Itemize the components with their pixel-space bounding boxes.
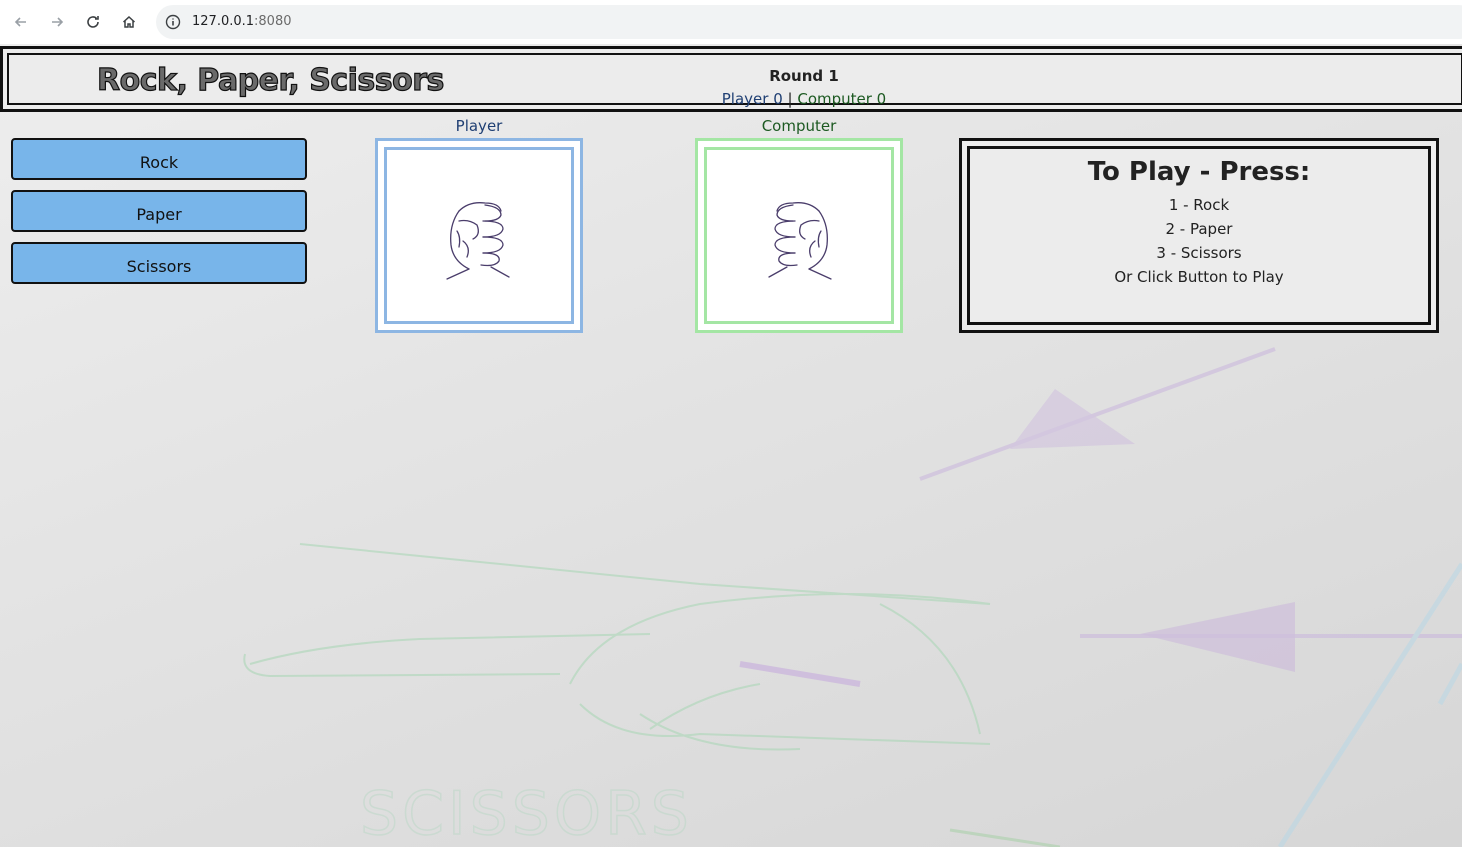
background-watermark-text: SCISSORS — [360, 779, 693, 847]
scissors-button[interactable]: Scissors — [11, 242, 307, 284]
rock-button[interactable]: Rock — [11, 138, 307, 180]
player-score: Player 0 — [721, 90, 783, 108]
instructions-inner: To Play - Press: 1 - Rock 2 - Paper 3 - … — [967, 146, 1431, 325]
computer-label: Computer — [761, 117, 837, 135]
score-separator: | — [782, 90, 798, 108]
instructions-title: To Play - Press: — [1087, 157, 1311, 187]
address-bar[interactable]: 127.0.0.1:8080 — [156, 5, 1462, 39]
game-page: SCISSORS Rock, Paper, Scissors Round 1 P… — [0, 44, 1462, 847]
home-icon[interactable] — [115, 8, 143, 36]
reload-icon[interactable] — [79, 8, 107, 36]
computer-score: Computer 0 — [797, 90, 887, 108]
instruction-scissors: 3 - Scissors — [1156, 244, 1242, 262]
player-hand-panel — [375, 138, 583, 333]
arrow-right-icon[interactable] — [43, 8, 71, 36]
computer-hand-panel — [695, 138, 903, 333]
round-counter: Round 1 — [769, 67, 839, 85]
info-icon[interactable] — [165, 14, 181, 30]
player-label: Player — [455, 117, 503, 135]
arrow-left-icon[interactable] — [7, 8, 35, 36]
page-title: Rock, Paper, Scissors — [96, 62, 445, 98]
url-port: :8080 — [254, 14, 292, 29]
fist-icon — [768, 201, 832, 280]
instruction-click: Or Click Button to Play — [1114, 268, 1284, 286]
instruction-paper: 2 - Paper — [1165, 220, 1233, 238]
header-inner-border: Rock, Paper, Scissors Round 1 Player 0 |… — [7, 53, 1462, 108]
computer-hand-inner — [704, 147, 894, 324]
url-host: 127.0.0.1 — [192, 14, 255, 29]
paper-button[interactable]: Paper — [11, 190, 307, 232]
url-text: 127.0.0.1:8080 — [192, 14, 292, 29]
game-header: Rock, Paper, Scissors Round 1 Player 0 |… — [0, 46, 1462, 112]
fist-icon — [446, 201, 510, 280]
instructions-panel: To Play - Press: 1 - Rock 2 - Paper 3 - … — [959, 138, 1439, 333]
instruction-rock: 1 - Rock — [1168, 196, 1230, 214]
browser-toolbar: 127.0.0.1:8080 — [0, 0, 1462, 44]
scoreboard: Player 0 | Computer 0 — [649, 90, 959, 108]
player-hand-inner — [384, 147, 574, 324]
